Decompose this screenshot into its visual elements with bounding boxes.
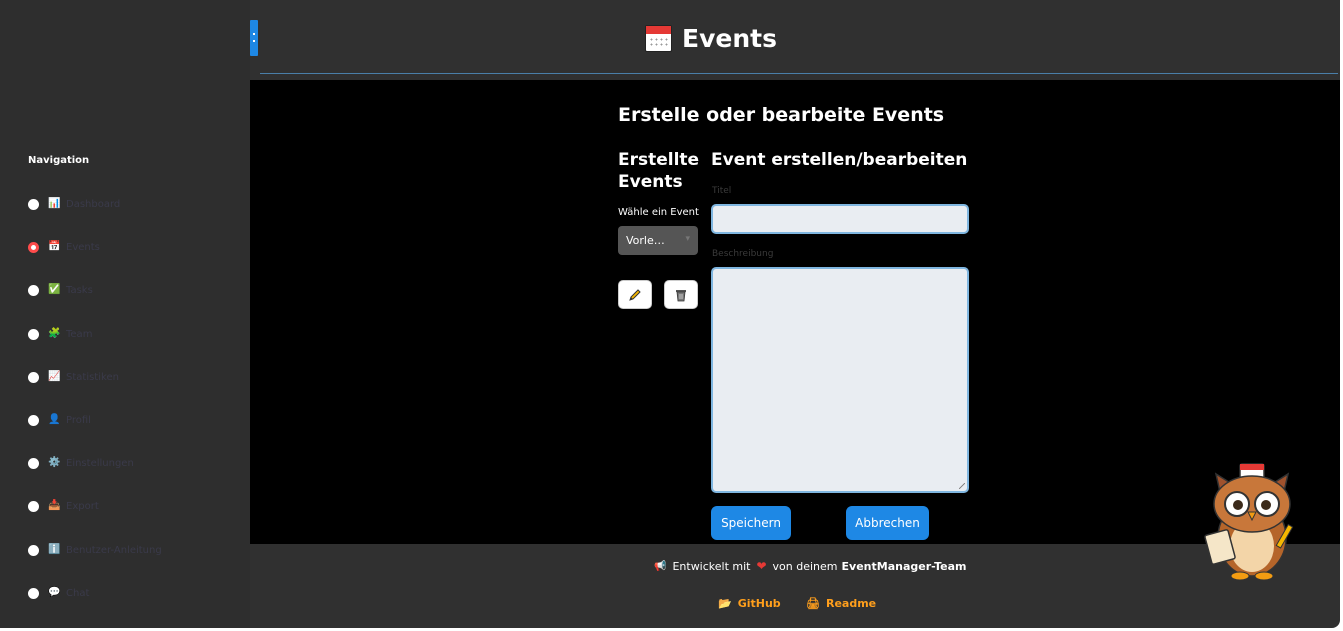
title-label: Titel [712, 186, 732, 196]
header-divider [260, 73, 1338, 74]
user-icon: 👤 [48, 414, 61, 425]
page-title-text: Events [682, 24, 777, 53]
sidebar-item-label: Tasks [66, 284, 93, 296]
radio-button[interactable] [28, 414, 39, 426]
sidebar: Navigation 📊 Dashboard 📅 Events ✅ Tasks … [0, 0, 250, 628]
title-input[interactable] [711, 204, 969, 234]
calendar-icon: 📅 [48, 241, 61, 252]
check-mark-icon: ✅ [48, 284, 61, 295]
sidebar-item-profil[interactable]: 👤 Profil [28, 412, 91, 428]
resize-handle[interactable] [959, 483, 965, 489]
readme-link[interactable]: 🖨 Readme [806, 597, 876, 610]
page-title: Events [645, 24, 777, 53]
created-events-heading: Erstellte Events [618, 150, 700, 192]
app-window: Navigation 📊 Dashboard 📅 Events ✅ Tasks … [0, 0, 1340, 628]
radio-button[interactable] [28, 500, 39, 512]
sidebar-item-label: Statistiken [66, 371, 119, 383]
sidebar-item-anleitung[interactable]: ℹ️ Benutzer-Anleitung [28, 542, 162, 558]
info-icon: ℹ️ [48, 544, 61, 555]
radio-button[interactable] [28, 198, 39, 210]
sidebar-item-einstellungen[interactable]: ⚙️ Einstellungen [28, 455, 134, 471]
megaphone-icon: 📢 [654, 560, 667, 572]
gear-icon: ⚙️ [48, 457, 61, 468]
chat-icon: 💬 [48, 587, 61, 598]
sidebar-resize-handle[interactable] [250, 20, 258, 56]
radio-button[interactable] [28, 587, 39, 599]
trash-icon [676, 289, 686, 301]
sidebar-item-label: Events [66, 241, 100, 253]
github-label: GitHub [737, 597, 781, 610]
footer-prefix: Entwickelt mit [672, 559, 751, 573]
inbox-icon: 📥 [48, 500, 61, 511]
sidebar-item-label: Dashboard [66, 198, 121, 210]
calendar-icon [645, 25, 672, 52]
footer-middle: von deinem [772, 559, 838, 573]
heart-icon: ❤ [756, 559, 767, 573]
radio-button[interactable] [28, 371, 39, 383]
sidebar-item-label: Chat [66, 587, 90, 599]
cancel-button[interactable]: Abbrechen [846, 506, 929, 540]
sidebar-item-label: Einstellungen [66, 457, 134, 469]
radio-button[interactable] [28, 328, 39, 340]
sidebar-item-label: Export [66, 500, 99, 512]
sidebar-item-statistiken[interactable]: 📈 Statistiken [28, 369, 119, 385]
sidebar-item-export[interactable]: 📥 Export [28, 498, 99, 514]
main-content: Erstelle oder bearbeite Events Erstellte… [250, 80, 1340, 544]
radio-button-selected[interactable] [28, 241, 39, 253]
form-heading: Event erstellen/bearbeiten [711, 150, 968, 170]
section-heading: Erstelle oder bearbeite Events [618, 104, 945, 126]
footer-credit: 📢 Entwickelt mit ❤ von deinem EventManag… [654, 559, 966, 573]
delete-button[interactable] [664, 280, 698, 309]
event-select[interactable]: Vorle… ▾ [618, 226, 698, 255]
readme-label: Readme [825, 597, 877, 610]
printer-icon: 🖨 [806, 597, 820, 610]
pencil-icon [629, 288, 641, 301]
trend-icon: 📈 [48, 371, 61, 382]
owl-mascot-image [1204, 463, 1294, 581]
chevron-down-icon: ▾ [685, 234, 690, 244]
bar-chart-icon: 📊 [48, 198, 61, 209]
description-label: Beschreibung [712, 249, 774, 259]
sidebar-item-label: Team [66, 328, 93, 340]
github-link[interactable]: 📂 GitHub [718, 597, 781, 610]
sidebar-item-tasks[interactable]: ✅ Tasks [28, 282, 93, 298]
puzzle-icon: 🧩 [48, 328, 61, 339]
save-button[interactable]: Speichern [711, 506, 791, 540]
sidebar-item-events[interactable]: 📅 Events [28, 239, 100, 255]
sidebar-item-label: Profil [66, 414, 91, 426]
sidebar-item-label: Benutzer-Anleitung [66, 544, 162, 556]
sidebar-title: Navigation [28, 155, 90, 166]
event-select-value: Vorle… [626, 234, 665, 247]
event-select-label: Wähle ein Event [618, 207, 699, 218]
sidebar-item-chat[interactable]: 💬 Chat [28, 585, 89, 601]
folder-icon: 📂 [718, 597, 732, 610]
sidebar-item-team[interactable]: 🧩 Team [28, 326, 92, 342]
sidebar-item-dashboard[interactable]: 📊 Dashboard [28, 196, 120, 212]
radio-button[interactable] [28, 284, 39, 296]
radio-button[interactable] [28, 544, 39, 556]
footer-team: EventManager-Team [841, 559, 967, 573]
edit-button[interactable] [618, 280, 652, 309]
radio-button[interactable] [28, 457, 39, 469]
description-textarea[interactable] [711, 267, 969, 493]
